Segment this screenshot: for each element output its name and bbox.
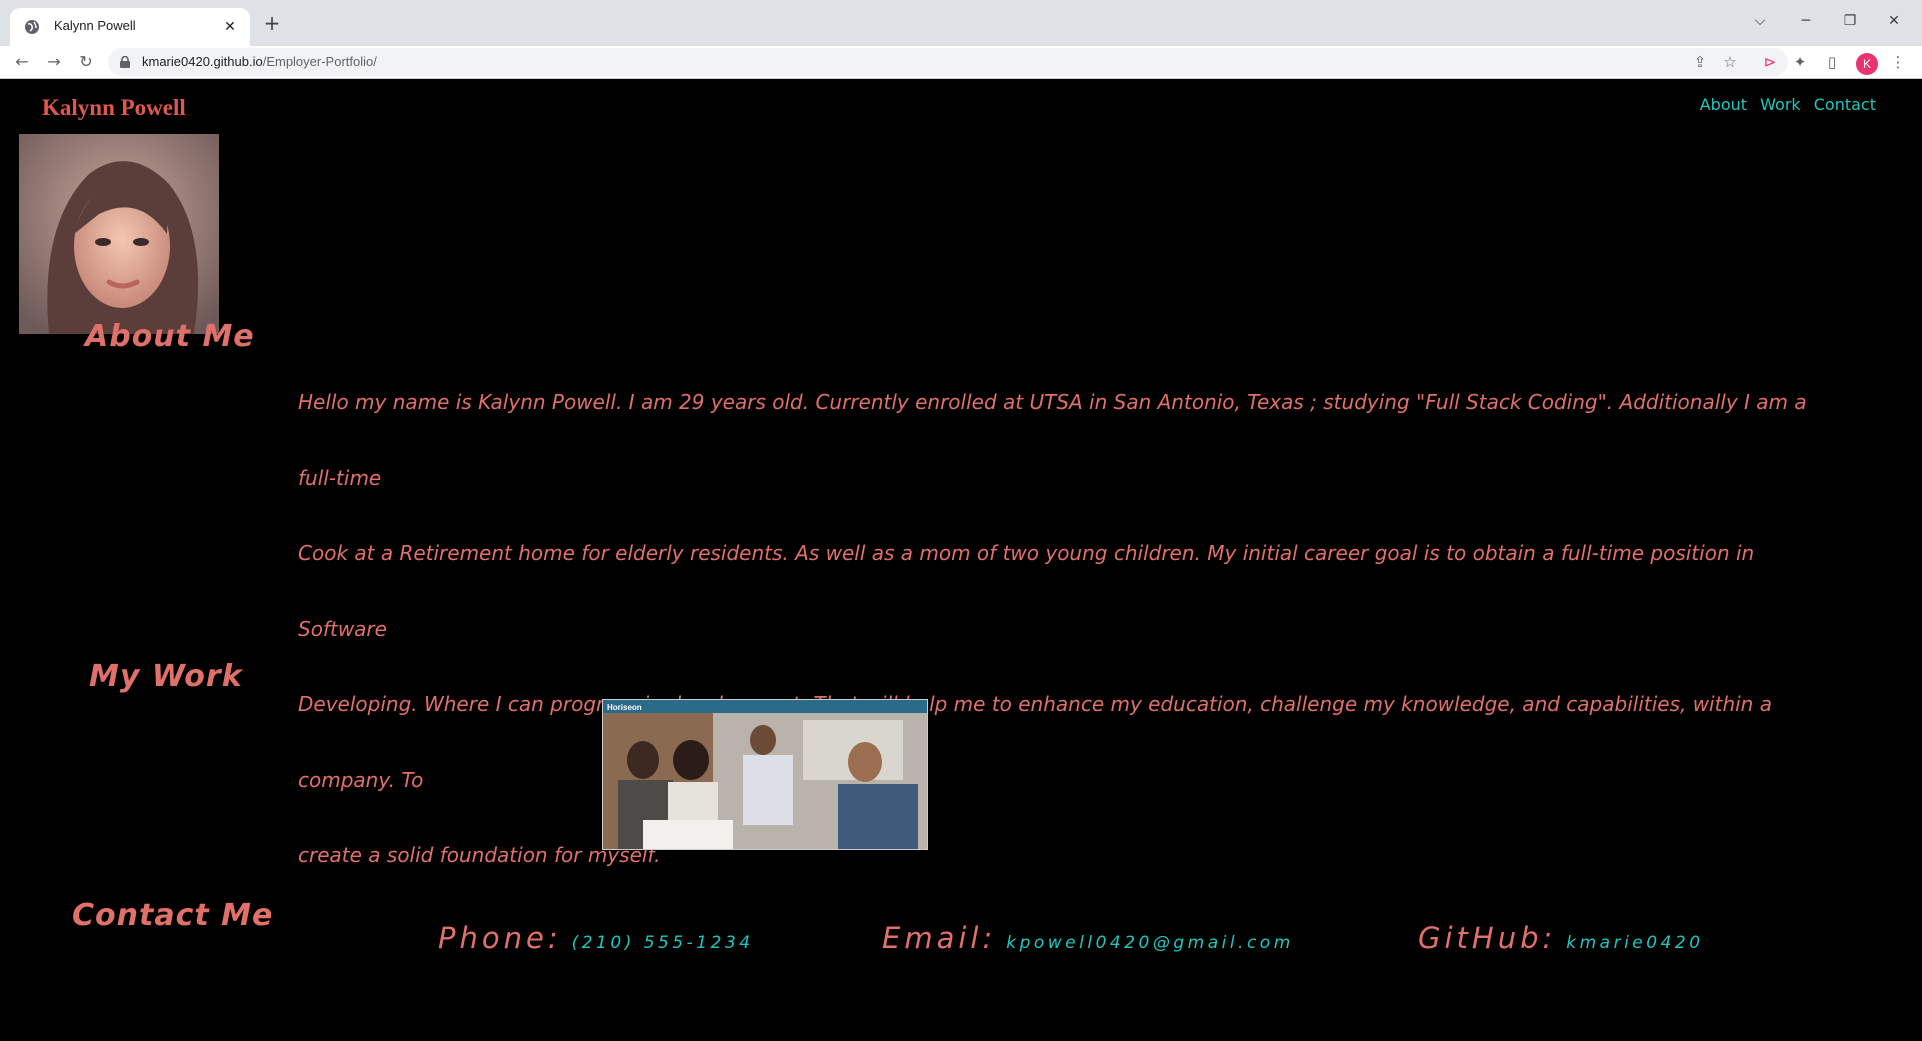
browser-toolbar: ← → ↻ kmarie0420.github.io/Employer-Port… [0, 46, 1922, 79]
lock-icon [120, 56, 130, 68]
work-heading: My Work [89, 659, 243, 694]
contact-email: Email: kpowell0420@gmail.com [882, 921, 1294, 955]
restore-icon[interactable]: ❐ [1836, 10, 1864, 32]
nav-contact[interactable]: Contact [1814, 95, 1876, 114]
nav-work[interactable]: Work [1760, 95, 1801, 114]
browser-tab[interactable]: Kalynn Powell ✕ [10, 8, 250, 46]
profile-photo [19, 134, 219, 334]
url-text: kmarie0420.github.io/Employer-Portfolio/ [142, 54, 377, 69]
contact-heading: Contact Me [72, 898, 274, 933]
github-value[interactable]: kmarie0420 [1566, 933, 1703, 953]
share-icon[interactable]: ⇪ [1688, 50, 1712, 74]
back-icon[interactable]: ← [10, 50, 34, 74]
tab-search-icon[interactable]: ⌵ [1746, 10, 1774, 32]
extensions-puzzle-icon[interactable]: ✦ [1788, 50, 1812, 74]
browser-chrome: Kalynn Powell ✕ + ⌵ ─ ❐ ✕ ← → ↻ kmarie04… [0, 0, 1922, 79]
globe-icon [25, 20, 39, 34]
side-panel-icon[interactable]: ▯ [1820, 50, 1844, 74]
phone-label: Phone: [438, 921, 562, 955]
site-name: Kalynn Powell [42, 95, 186, 120]
extension-record-icon[interactable]: ⊳ [1758, 50, 1782, 74]
profile-avatar[interactable]: K [1856, 53, 1878, 75]
minimize-icon[interactable]: ─ [1792, 10, 1820, 32]
window-close-icon[interactable]: ✕ [1880, 10, 1908, 32]
address-bar[interactable]: kmarie0420.github.io/Employer-Portfolio/ [108, 48, 1788, 76]
about-line: Developing. Where I can progress in deve… [298, 692, 1772, 792]
email-value[interactable]: kpowell0420@gmail.com [1006, 933, 1294, 953]
tab-close-icon[interactable]: ✕ [220, 17, 240, 37]
url-path: /Employer-Portfolio/ [262, 54, 377, 69]
phone-value: (210) 555-1234 [571, 933, 754, 953]
url-host: kmarie0420.github.io [142, 54, 263, 69]
forward-icon[interactable]: → [42, 50, 66, 74]
tab-strip: Kalynn Powell ✕ + ⌵ ─ ❐ ✕ [0, 0, 1922, 46]
nav-about[interactable]: About [1700, 95, 1747, 114]
reload-icon[interactable]: ↻ [74, 50, 98, 74]
about-line: Hello my name is Kalynn Powell. I am 29 … [298, 390, 1807, 490]
page-content: Kalynn Powell About Work Contact About M… [0, 79, 1922, 1041]
thumbnail-brand: Horiseon [607, 703, 642, 712]
email-label: Email: [882, 921, 997, 955]
project-thumbnail[interactable]: Horiseon [602, 699, 928, 850]
github-label: GitHub: [1418, 921, 1557, 955]
tab-title: Kalynn Powell [54, 18, 136, 33]
about-line: Cook at a Retirement home for elderly re… [298, 541, 1755, 641]
about-paragraph: Hello my name is Kalynn Powell. I am 29 … [298, 365, 1818, 894]
menu-kebab-icon[interactable]: ⋮ [1886, 50, 1910, 74]
contact-phone: Phone: (210) 555-1234 [438, 921, 754, 955]
top-nav: About Work Contact [1692, 95, 1876, 114]
about-heading: About Me [85, 319, 255, 354]
new-tab-button[interactable]: + [262, 13, 282, 33]
about-line: create a solid foundation for myself. [298, 843, 661, 867]
bookmark-star-icon[interactable]: ☆ [1718, 50, 1742, 74]
contact-github: GitHub: kmarie0420 [1418, 921, 1704, 955]
